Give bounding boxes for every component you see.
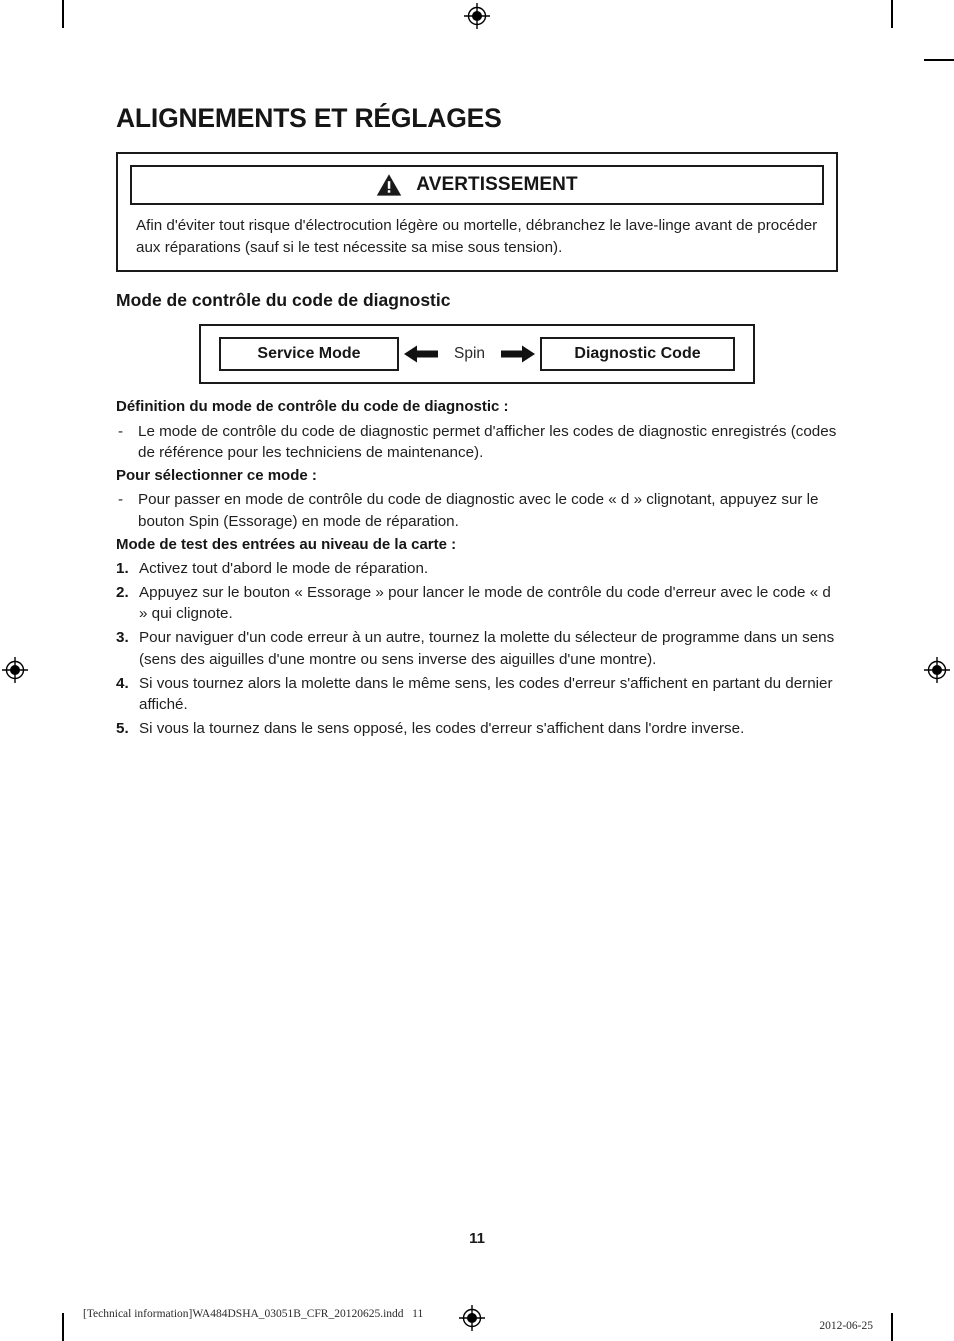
step-number: 2. <box>116 583 129 601</box>
footer-date: 2012-06-25 <box>819 1320 873 1332</box>
board-test-heading: Mode de test des entrées au niveau de la… <box>116 535 457 553</box>
crop-mark-right-top <box>924 59 954 61</box>
diagram-middle-label: Spin <box>453 345 486 363</box>
step-number: 1. <box>116 559 129 577</box>
registration-target-icon-top <box>464 3 490 29</box>
selection-list: - Pour passer en mode de contrôle du cod… <box>116 489 838 532</box>
list-item: 2. Appuyez sur le bouton « Essorage » po… <box>116 582 838 625</box>
diagram-wrapper: Service Mode Spin Diagnostic Code <box>116 324 838 385</box>
warning-triangle-icon <box>376 173 402 197</box>
diagram-node-diagnostic-code: Diagnostic Code <box>540 337 736 372</box>
step-text: Si vous tournez alors la molette dans le… <box>139 674 833 714</box>
step-text: Activez tout d'abord le mode de réparati… <box>139 559 429 577</box>
crop-mark-top-right <box>891 0 893 28</box>
dash-bullet: - <box>118 491 124 509</box>
warning-header: AVERTISSEMENT <box>130 165 824 206</box>
warning-body-text: Afin d'éviter tout risque d'électrocutio… <box>136 217 818 256</box>
crop-mark-bottom-left <box>62 1313 64 1341</box>
step-text: Si vous la tournez dans le sens opposé, … <box>139 720 745 738</box>
page-number: 11 <box>469 1230 485 1247</box>
list-item-text: Le mode de contrôle du code de diagnosti… <box>138 422 837 462</box>
arrow-left-icon <box>399 344 445 364</box>
crop-mark-bottom-right <box>891 1313 893 1341</box>
warning-label: AVERTISSEMENT <box>416 174 578 196</box>
footer-timestamp: 2012-06-25 7:26:44 <box>808 1308 873 1341</box>
footer-file-slug: [Technical information]WA484DSHA_03051B_… <box>83 1308 424 1320</box>
definition-list: - Le mode de contrôle du code de diagnos… <box>116 421 838 464</box>
page-title: ALIGNEMENTS ET RÉGLAGES <box>116 103 502 133</box>
warning-callout: AVERTISSEMENT Afin d'éviter tout risque … <box>116 152 838 273</box>
definition-block: Définition du mode de contrôle du code d… <box>116 397 838 740</box>
step-number: 4. <box>116 674 129 692</box>
mode-flow-diagram: Service Mode Spin Diagnostic Code <box>199 324 755 385</box>
step-text: Appuyez sur le bouton « Essorage » pour … <box>139 583 831 623</box>
crop-mark-top-left <box>62 0 64 28</box>
list-item: - Pour passer en mode de contrôle du cod… <box>116 489 838 532</box>
list-item: 4. Si vous tournez alors la molette dans… <box>116 673 838 716</box>
dash-bullet: - <box>118 422 124 440</box>
diagram-node-service-mode: Service Mode <box>218 337 399 372</box>
step-number: 5. <box>116 720 129 738</box>
registration-target-icon-left <box>2 657 28 683</box>
list-item-text: Pour passer en mode de contrôle du code … <box>138 491 819 530</box>
list-item: - Le mode de contrôle du code de diagnos… <box>116 421 838 464</box>
list-item: 3. Pour naviguer d'un code erreur à un a… <box>116 627 838 670</box>
list-item: 1. Activez tout d'abord le mode de répar… <box>116 558 838 580</box>
document-page: ALIGNEMENTS ET RÉGLAGES AVERTISSEMENT Af… <box>0 0 954 1341</box>
step-text: Pour naviguer d'un code erreur à un autr… <box>139 629 835 668</box>
board-test-steps: 1. Activez tout d'abord le mode de répar… <box>116 558 838 740</box>
registration-target-icon-right <box>924 657 950 683</box>
list-item: 5. Si vous la tournez dans le sens oppos… <box>116 718 838 740</box>
section-title: Mode de contrôle du code de diagnostic <box>116 290 451 311</box>
definition-heading: Définition du mode de contrôle du code d… <box>116 398 509 416</box>
content-column: ALIGNEMENTS ET RÉGLAGES AVERTISSEMENT Af… <box>116 103 838 742</box>
step-number: 3. <box>116 629 129 647</box>
selection-heading: Pour sélectionner ce mode : <box>116 467 317 485</box>
arrow-right-icon <box>494 344 540 364</box>
registration-target-icon-footer <box>459 1305 485 1331</box>
